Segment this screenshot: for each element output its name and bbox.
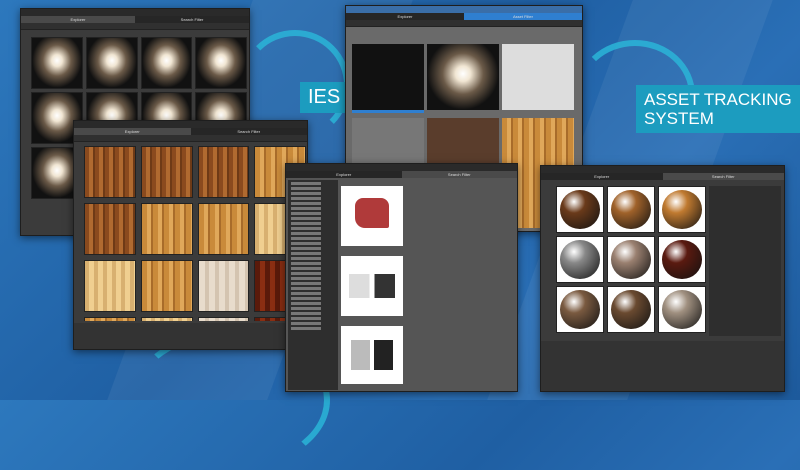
tab-explorer[interactable]: Explorer	[21, 16, 135, 23]
wood-thumbnail[interactable]	[140, 260, 193, 312]
material-sphere-thumbnail[interactable]	[556, 236, 604, 283]
tab-explorer[interactable]: Explorer	[286, 171, 402, 178]
chairs-pair-thumbnail[interactable]	[341, 256, 403, 316]
options-panel	[74, 323, 307, 349]
wood-thumbnail[interactable]	[140, 317, 193, 321]
tab-search-filter[interactable]: Search Filter	[190, 128, 307, 135]
asset-label-line2: SYSTEM	[644, 109, 714, 128]
ies-thumbnail[interactable]	[140, 37, 193, 89]
material-sphere-thumbnail[interactable]	[607, 236, 655, 283]
asset-label-line1: ASSET TRACKING	[644, 90, 792, 109]
wood-thumbnail[interactable]	[197, 203, 250, 255]
tab-explorer[interactable]: Explorer	[346, 13, 464, 20]
tab-search-filter[interactable]: Search Filter	[402, 171, 518, 178]
office-chairs-thumbnail[interactable]	[341, 326, 403, 384]
selection-bar	[352, 110, 424, 113]
ies-thumbnail[interactable]	[85, 37, 138, 89]
wood-thumbnail[interactable]	[197, 317, 250, 321]
wood-thumbnail[interactable]	[84, 203, 136, 255]
material-sphere-thumbnail[interactable]	[556, 186, 604, 233]
asset-tracking-label: ASSET TRACKING SYSTEM	[636, 85, 800, 133]
tab-asset-filter[interactable]: Asset Filter	[464, 13, 582, 20]
thumbnail-grid	[84, 146, 306, 321]
material-sphere-thumbnail[interactable]	[658, 186, 706, 233]
wood-thumbnail[interactable]	[197, 260, 250, 312]
material-sphere-thumbnail[interactable]	[658, 236, 706, 283]
ies-label: IES	[300, 82, 349, 113]
tab-explorer[interactable]: Explorer	[541, 173, 663, 180]
ies-thumbnail[interactable]	[31, 37, 83, 89]
path-bar[interactable]	[346, 20, 582, 27]
title-bar	[286, 164, 517, 171]
properties-panel	[541, 341, 784, 391]
thumbnail-white[interactable]	[502, 44, 574, 110]
tab-search-filter[interactable]: Search Filter	[663, 173, 785, 180]
material-grid	[556, 186, 706, 333]
wood-thumbnail[interactable]	[140, 203, 193, 255]
wood-thumbnail[interactable]	[84, 317, 136, 321]
path-bar[interactable]	[21, 23, 249, 30]
material-sphere-thumbnail[interactable]	[658, 286, 706, 333]
ies-thumbnail[interactable]	[195, 37, 247, 89]
material-sphere-thumbnail[interactable]	[556, 286, 604, 333]
wood-thumbnail[interactable]	[140, 146, 193, 198]
title-bar	[74, 121, 307, 128]
folder-tree[interactable]	[288, 180, 338, 390]
asset-tree-panel[interactable]	[709, 186, 781, 336]
thumbnail-light[interactable]	[427, 44, 499, 110]
wood-thumbnail[interactable]	[84, 260, 136, 312]
chair-red-thumbnail[interactable]	[341, 186, 403, 246]
tab-explorer[interactable]: Explorer	[74, 128, 191, 135]
material-sphere-thumbnail[interactable]	[607, 186, 655, 233]
title-bar	[346, 6, 582, 13]
thumbnail-ies-web[interactable]	[352, 44, 424, 110]
title-bar	[541, 166, 784, 173]
chairs-window: Explorer Search Filter	[285, 163, 518, 392]
tab-search-filter[interactable]: Search Filter	[135, 16, 249, 23]
wood-thumbnail[interactable]	[84, 146, 136, 198]
path-bar[interactable]	[74, 135, 307, 142]
material-sphere-thumbnail[interactable]	[607, 286, 655, 333]
wood-textures-window: Explorer Search Filter	[73, 120, 308, 350]
wood-thumbnail[interactable]	[197, 146, 250, 198]
title-bar	[21, 9, 249, 16]
materials-window: Explorer Search Filter	[540, 165, 785, 392]
